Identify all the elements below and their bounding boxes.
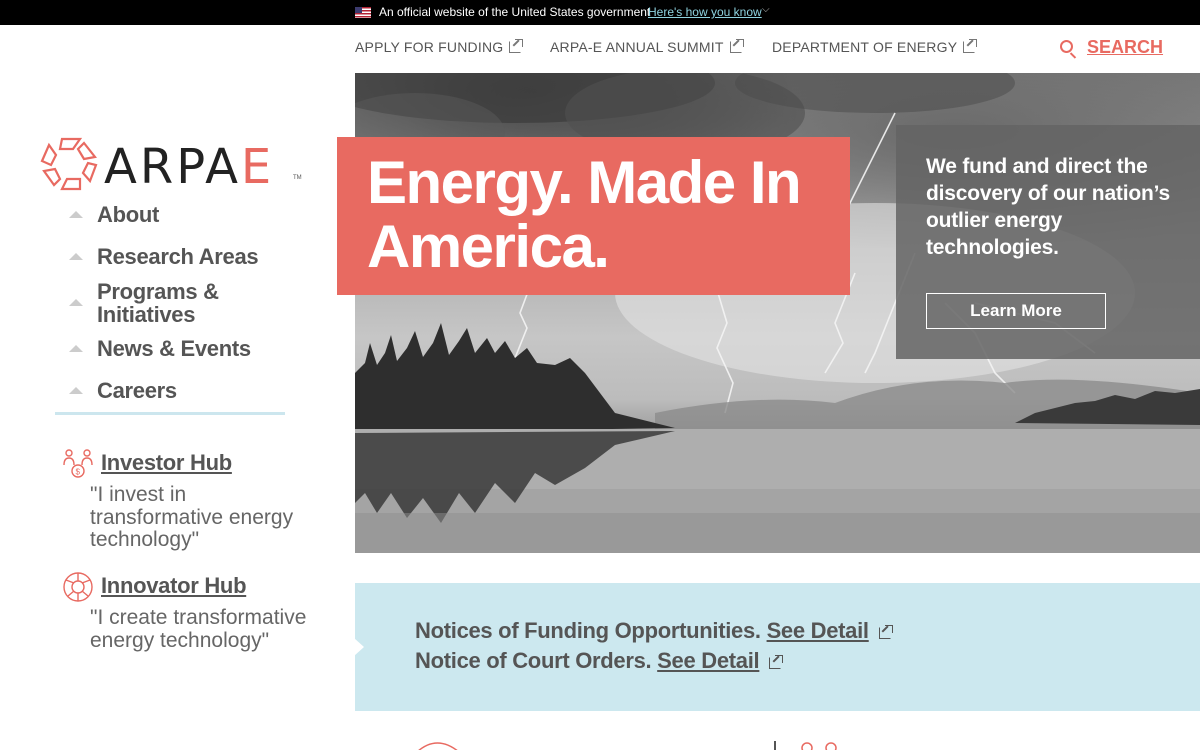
investor-hub-quote: "I invest in transformative energy techn…: [90, 483, 294, 551]
see-detail-link[interactable]: See Detail: [657, 648, 759, 673]
logo-wordmark: ARPAE: [104, 139, 274, 195]
external-link-icon: [963, 39, 978, 53]
apply-for-funding-label: APPLY FOR FUNDING: [355, 39, 504, 55]
hero-info-box: We fund and direct the discovery of our …: [896, 125, 1200, 359]
see-detail-link[interactable]: See Detail: [767, 618, 869, 643]
people-icon: [801, 742, 837, 750]
search-label: SEARCH: [1087, 37, 1164, 57]
nav-item-about[interactable]: About: [55, 203, 285, 227]
external-link-icon: [878, 625, 893, 639]
search-button[interactable]: SEARCH: [1060, 37, 1163, 58]
notice-text: Notices of Funding Opportunities.: [415, 618, 761, 643]
investor-hub-link[interactable]: Investor Hub: [101, 450, 232, 476]
chevron-down-icon[interactable]: ⌵: [762, 4, 770, 15]
apply-for-funding-link[interactable]: APPLY FOR FUNDING: [355, 39, 524, 55]
svg-text:$: $: [76, 468, 81, 477]
nav-item-research-areas[interactable]: Research Areas: [55, 245, 285, 269]
nav-item-label: Careers: [97, 378, 177, 403]
arpa-e-logo[interactable]: ARPAE TM: [40, 135, 305, 195]
annual-summit-label: ARPA-E ANNUAL SUMMIT: [550, 39, 724, 55]
nav-item-label: Programs & Initiatives: [97, 279, 219, 327]
hero-headline-box: Energy. Made In America.: [337, 137, 850, 295]
search-icon: [1060, 40, 1073, 53]
learn-more-button[interactable]: Learn More: [926, 293, 1106, 329]
investor-people-icon: $: [63, 449, 93, 478]
caret-up-icon: [69, 387, 83, 394]
arpa-e-emblem-icon: [40, 137, 98, 191]
nav-item-label: About: [97, 202, 160, 227]
gov-banner-text: An official website of the United States…: [379, 5, 651, 19]
gov-banner: An official website of the United States…: [0, 0, 1200, 25]
hero-headline: Energy. Made In America.: [367, 149, 802, 280]
caret-up-icon: [69, 299, 83, 306]
column-divider: [774, 741, 776, 750]
innovator-hub-link[interactable]: Innovator Hub: [101, 573, 247, 599]
caret-up-icon: [69, 345, 83, 352]
nav-divider: [55, 412, 285, 415]
nav-item-label: Research Areas: [97, 244, 259, 269]
caret-up-icon: [69, 211, 83, 218]
trademark-mark: TM: [293, 175, 302, 181]
logo-text-main: ARPA: [104, 139, 241, 195]
department-of-energy-link[interactable]: DEPARTMENT OF ENERGY: [772, 39, 978, 55]
logo-text-accent: E: [240, 139, 275, 195]
nav-item-careers[interactable]: Careers: [55, 379, 285, 403]
notice-banner: Notices of Funding Opportunities. See De…: [354, 583, 1200, 711]
innovator-globe-icon: [63, 572, 93, 602]
nav-item-news-events[interactable]: News & Events: [55, 337, 285, 361]
innovator-hub-quote: "I create transformative energy technolo…: [90, 606, 307, 652]
nav-item-programs-initiatives[interactable]: Programs & Initiatives: [55, 280, 285, 328]
notice-text: Notice of Court Orders.: [415, 648, 652, 673]
annual-summit-link[interactable]: ARPA-E ANNUAL SUMMIT: [550, 39, 744, 55]
us-flag-icon: [355, 7, 371, 18]
court-orders-notice: Notice of Court Orders. See Detail: [415, 648, 784, 674]
globe-icon: [418, 742, 458, 750]
external-link-icon: [769, 655, 784, 669]
nav-item-label: News & Events: [97, 336, 251, 361]
funding-opportunities-notice: Notices of Funding Opportunities. See De…: [415, 618, 893, 644]
notice-pointer: [354, 638, 364, 656]
heres-how-you-know-link[interactable]: Here's how you know: [648, 5, 762, 19]
hero-info-text: We fund and direct the discovery of our …: [926, 155, 1170, 259]
department-of-energy-label: DEPARTMENT OF ENERGY: [772, 39, 958, 55]
external-link-icon: [729, 39, 744, 53]
external-link-icon: [509, 39, 524, 53]
caret-up-icon: [69, 253, 83, 260]
